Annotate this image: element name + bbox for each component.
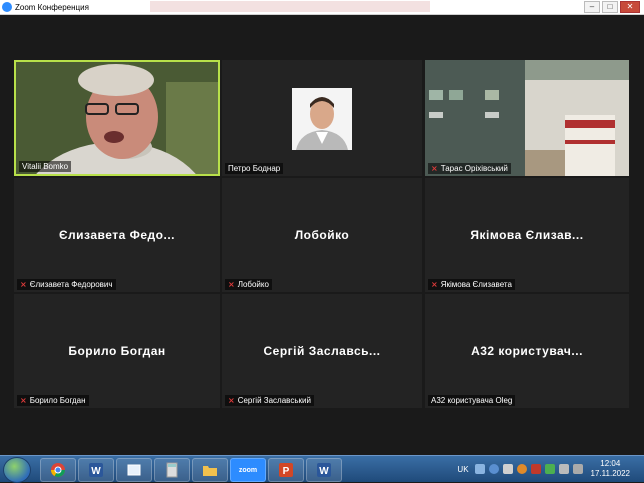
participant-name-tag: ⨯ Якімова Єлизавета	[428, 279, 515, 290]
calculator-taskbar-button[interactable]	[154, 458, 190, 482]
powerpoint-taskbar-button[interactable]: P	[268, 458, 304, 482]
participant-video	[16, 62, 218, 174]
participant-name-tag: Vitalii Bomko	[19, 161, 72, 172]
video-tile-yakimova-yelyzaveta[interactable]: Якімова Єлизав... ⨯ Якімова Єлизавета	[425, 178, 629, 292]
participant-display-name: Сергій Заславсь...	[263, 344, 381, 358]
window-taskbar-button[interactable]	[116, 458, 152, 482]
antivirus-icon[interactable]	[530, 464, 541, 474]
participant-name-tag: ⨯ Сергій Заславський	[225, 395, 314, 406]
maximize-button[interactable]: □	[602, 1, 618, 13]
window-title: Zoom Конференция	[15, 2, 89, 12]
chrome-icon	[51, 463, 65, 477]
video-tile-loboiko[interactable]: Лобойко ⨯ Лобойко	[222, 178, 422, 292]
zoom-label: zoom	[238, 466, 258, 474]
mic-muted-icon: ⨯	[20, 396, 27, 405]
mic-muted-icon: ⨯	[228, 396, 235, 405]
minimize-button[interactable]: –	[584, 1, 600, 13]
chrome-taskbar-button[interactable]	[40, 458, 76, 482]
video-tile-borylo-bohdan[interactable]: Борило Богдан ⨯ Борило Богдан	[14, 294, 220, 408]
word-taskbar-button[interactable]: W	[78, 458, 114, 482]
start-button[interactable]	[3, 457, 31, 483]
signal-icon[interactable]	[572, 464, 583, 474]
mic-muted-icon: ⨯	[228, 280, 235, 289]
system-tray: UK 12:04 17.11.2022	[457, 456, 644, 482]
participant-display-name: Борило Богдан	[68, 344, 166, 358]
word-taskbar-button-2[interactable]: W	[306, 458, 342, 482]
flag-icon[interactable]	[544, 464, 555, 474]
profile-photo	[292, 88, 352, 150]
participant-display-name: А32 користувач...	[471, 344, 583, 358]
keyboard-icon[interactable]	[474, 464, 485, 474]
language-indicator[interactable]: UK	[457, 465, 468, 474]
background-window-banner	[150, 1, 430, 12]
video-tile-yelyzaveta-fedorovych[interactable]: Єлизавета Федо... ⨯ Єлизавета Федорович	[14, 178, 220, 292]
explorer-taskbar-button[interactable]	[192, 458, 228, 482]
mic-muted-icon: ⨯	[431, 164, 438, 173]
svg-text:W: W	[319, 466, 329, 477]
participant-name-tag: ⨯ Лобойко	[225, 279, 272, 290]
video-tile-taras-orikhivskyi[interactable]: ⨯ Тарас Оріхівський	[425, 60, 629, 176]
windows-taskbar: W zoom P W UK 12:04 17.11.2022	[0, 455, 644, 483]
participant-display-name: Єлизавета Федо...	[58, 228, 175, 242]
volume-icon[interactable]	[558, 464, 569, 474]
participant-name-tag: ⨯ Борило Богдан	[17, 395, 89, 406]
participant-display-name: Якімова Єлизав...	[470, 228, 584, 242]
video-tile-petro-bodnar[interactable]: Петро Боднар	[222, 60, 422, 176]
close-button[interactable]: ✕	[620, 1, 640, 13]
participant-name-tag: А32 користувача Oleg	[428, 395, 516, 406]
svg-text:W: W	[91, 466, 101, 477]
window-controls: – □ ✕	[584, 1, 640, 13]
svg-text:P: P	[283, 466, 290, 477]
word-icon: W	[89, 463, 103, 477]
video-tile-vitalii-bomko[interactable]: Vitalii Bomko	[14, 60, 220, 176]
calculator-icon	[166, 462, 178, 478]
mic-muted-icon: ⨯	[20, 280, 27, 289]
taskbar-clock[interactable]: 12:04 17.11.2022	[591, 459, 630, 479]
help-icon[interactable]	[488, 464, 499, 474]
app-window-icon	[127, 464, 141, 476]
window-titlebar[interactable]: Zoom Конференция – □ ✕	[0, 0, 644, 15]
update-icon[interactable]	[516, 464, 527, 474]
network-icon[interactable]	[502, 464, 513, 474]
participant-display-name: Лобойко	[294, 228, 350, 242]
participant-name-tag: ⨯ Єлизавета Федорович	[17, 279, 116, 290]
participant-name-tag: ⨯ Тарас Оріхівський	[428, 163, 511, 174]
folder-icon	[203, 466, 217, 476]
participant-video	[425, 60, 629, 176]
powerpoint-icon: P	[279, 463, 293, 477]
zoom-app-icon	[2, 2, 12, 12]
video-tile-a32-oleg[interactable]: А32 користувач... А32 користувача Oleg	[425, 294, 629, 408]
word-icon: W	[317, 463, 331, 477]
participant-name-tag: Петро Боднар	[225, 163, 284, 174]
zoom-taskbar-button[interactable]: zoom	[230, 458, 266, 482]
video-tile-serhii-zaslavskyi[interactable]: Сергій Заславсь... ⨯ Сергій Заславський	[222, 294, 422, 408]
mic-muted-icon: ⨯	[431, 280, 438, 289]
